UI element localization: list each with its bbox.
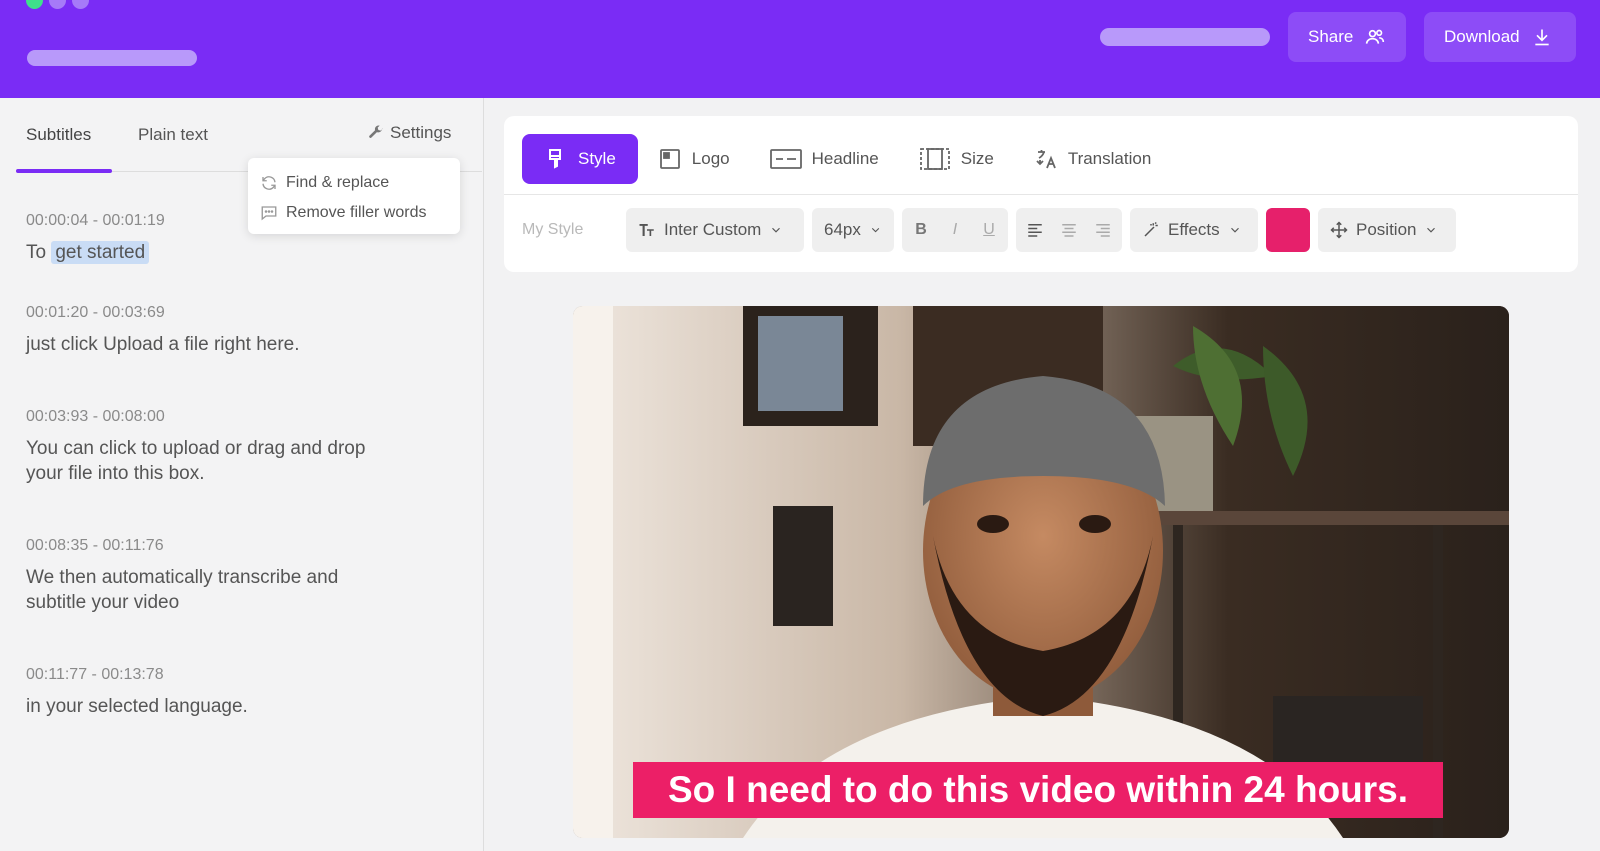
style-toolbar: Style Logo Headline Size Translation My … bbox=[504, 116, 1578, 272]
tab-label: Logo bbox=[691, 149, 730, 168]
share-button[interactable]: Share bbox=[1288, 12, 1406, 62]
font-name: Inter Custom bbox=[664, 220, 762, 239]
subtitle-text[interactable]: We then automatically transcribe and sub… bbox=[26, 565, 466, 615]
top-bar: Share Download bbox=[0, 0, 1600, 98]
subtitle-line: We then automatically transcribe and bbox=[26, 567, 339, 588]
size-icon bbox=[919, 148, 950, 170]
window-controls bbox=[26, 0, 89, 17]
subtitle-caption: So I need to do this video within 24 hou… bbox=[633, 762, 1443, 818]
subtitle-entry[interactable]: 00:00:04 - 00:01:19 To get started bbox=[26, 212, 466, 265]
alignment-group bbox=[1016, 208, 1122, 252]
tab-size[interactable]: Size bbox=[899, 134, 1014, 184]
text-color-swatch[interactable] bbox=[1266, 208, 1310, 252]
chevron-down-icon bbox=[1230, 227, 1239, 233]
font-size-value: 64px bbox=[824, 220, 861, 239]
chevron-down-icon bbox=[772, 227, 781, 233]
style-controls: My Style Inter Custom 64px B I U Effects… bbox=[522, 208, 1456, 252]
italic-button[interactable]: I bbox=[944, 221, 966, 239]
font-select[interactable]: Inter Custom bbox=[626, 208, 804, 252]
active-tab-indicator bbox=[16, 169, 112, 173]
font-size-select[interactable]: 64px bbox=[812, 208, 894, 252]
settings-label: Settings bbox=[390, 123, 452, 142]
timestamp: 00:11:77 - 00:13:78 bbox=[26, 666, 164, 683]
logo-icon bbox=[659, 149, 680, 169]
tab-label: Size bbox=[960, 149, 994, 168]
translate-icon bbox=[1036, 150, 1056, 169]
selected-text: get started bbox=[51, 241, 150, 264]
window-dot-purple-2[interactable] bbox=[72, 0, 89, 9]
font-icon bbox=[639, 224, 654, 236]
subtitle-entry[interactable]: 00:08:35 - 00:11:76 We then automaticall… bbox=[26, 537, 466, 615]
window-dot-green[interactable] bbox=[26, 0, 43, 9]
subtitle-text[interactable]: To get started bbox=[26, 240, 466, 265]
brush-icon bbox=[549, 149, 561, 169]
subtitle-text[interactable]: You can click to upload or drag and drop… bbox=[26, 436, 466, 486]
menu-item-label: Find & replace bbox=[286, 174, 390, 191]
subtitle-line: You can click to upload or drag and drop bbox=[26, 438, 366, 459]
chevron-down-icon bbox=[871, 227, 880, 233]
wrench-icon bbox=[369, 125, 383, 138]
subtitle-entry[interactable]: 00:03:93 - 00:08:00 You can click to upl… bbox=[26, 408, 466, 486]
toolbar-tabs: Style Logo Headline Size Translation bbox=[522, 134, 1171, 184]
tab-headline[interactable]: Headline bbox=[750, 134, 899, 184]
video-frame-image bbox=[573, 306, 1509, 838]
subtitle-text[interactable]: just click Upload a file right here. bbox=[26, 332, 466, 357]
settings-button[interactable]: Settings bbox=[368, 123, 451, 143]
effects-label: Effects bbox=[1168, 220, 1220, 239]
subtitle-line: subtitle your video bbox=[26, 592, 180, 613]
timestamp: 00:08:35 - 00:11:76 bbox=[26, 537, 164, 554]
tab-style[interactable]: Style bbox=[522, 134, 638, 184]
share-label: Share bbox=[1308, 27, 1354, 46]
refresh-icon bbox=[262, 176, 276, 190]
magic-wand-icon bbox=[1144, 221, 1158, 237]
underline-button[interactable]: U bbox=[978, 221, 1000, 239]
effects-select[interactable]: Effects bbox=[1130, 208, 1258, 252]
tab-label: Style bbox=[578, 149, 616, 168]
align-center-icon[interactable] bbox=[1060, 221, 1078, 239]
tab-plain-text[interactable]: Plain text bbox=[138, 125, 208, 145]
text-format-group: B I U bbox=[902, 208, 1008, 252]
style-name-input[interactable]: My Style bbox=[522, 221, 618, 239]
subtitle-entry[interactable]: 00:11:77 - 00:13:78 in your selected lan… bbox=[26, 666, 466, 719]
position-select[interactable]: Position bbox=[1318, 208, 1456, 252]
subtitle-entry[interactable]: 00:01:20 - 00:03:69 just click Upload a … bbox=[26, 304, 466, 357]
menu-item-find-replace[interactable]: Find & replace bbox=[260, 168, 448, 198]
timestamp: 00:03:93 - 00:08:00 bbox=[26, 408, 165, 425]
subtitle-line: your file into this box. bbox=[26, 463, 205, 484]
chevron-down-icon bbox=[1427, 227, 1436, 233]
subtitles-panel: Subtitles Plain text Settings Find & rep… bbox=[0, 98, 484, 851]
download-label: Download bbox=[1444, 27, 1520, 46]
position-label: Position bbox=[1356, 220, 1417, 239]
headline-icon bbox=[769, 149, 802, 169]
tab-label: Translation bbox=[1067, 149, 1152, 168]
window-dot-purple[interactable] bbox=[49, 0, 66, 9]
timestamp: 00:01:20 - 00:03:69 bbox=[26, 304, 165, 321]
download-button[interactable]: Download bbox=[1424, 12, 1576, 62]
toolbar-divider bbox=[504, 194, 1578, 195]
move-icon bbox=[1330, 221, 1348, 239]
bold-button[interactable]: B bbox=[910, 221, 932, 239]
tab-logo[interactable]: Logo bbox=[638, 134, 750, 184]
tab-label: Headline bbox=[811, 149, 879, 168]
download-icon bbox=[1534, 29, 1549, 46]
video-preview[interactable]: So I need to do this video within 24 hou… bbox=[573, 306, 1509, 838]
header-placeholder-pill bbox=[1100, 28, 1270, 46]
project-title-placeholder bbox=[27, 50, 197, 66]
subtitle-text-prefix: To bbox=[26, 242, 52, 263]
subtitle-text[interactable]: in your selected language. bbox=[26, 694, 466, 719]
timestamp: 00:00:04 - 00:01:19 bbox=[26, 212, 165, 229]
users-icon bbox=[1366, 29, 1385, 44]
align-right-icon[interactable] bbox=[1094, 221, 1112, 239]
tab-subtitles[interactable]: Subtitles bbox=[26, 125, 91, 145]
align-left-icon[interactable] bbox=[1026, 221, 1044, 239]
tab-translation[interactable]: Translation bbox=[1014, 134, 1171, 184]
